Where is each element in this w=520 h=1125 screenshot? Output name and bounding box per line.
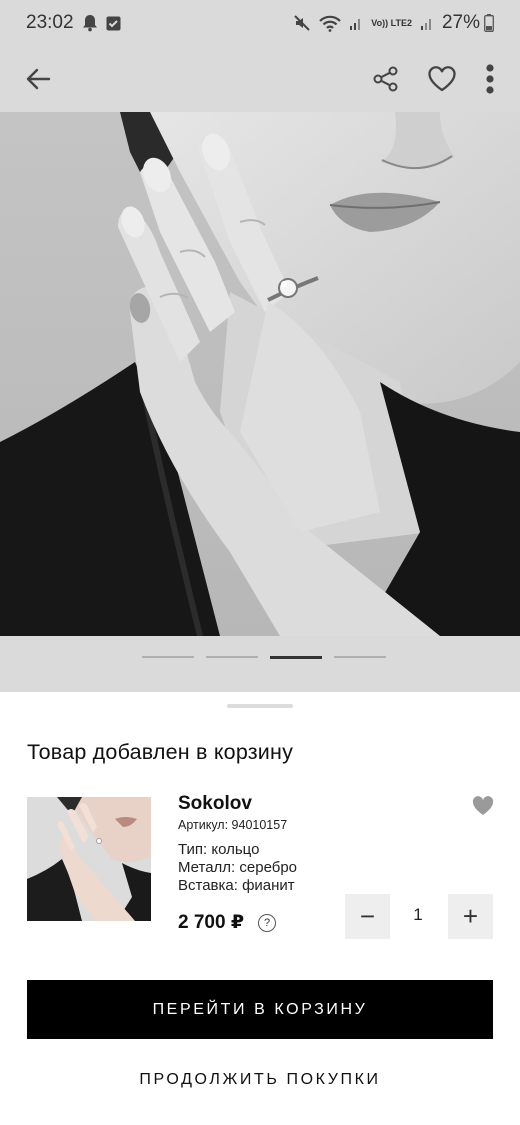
product-insert: Вставка: фианит bbox=[178, 877, 295, 894]
added-to-cart-sheet: Товар добавлен в корзину Sokolov Артикул… bbox=[0, 692, 520, 1125]
share-icon bbox=[373, 66, 398, 92]
go-to-cart-button[interactable]: ПЕРЕЙТИ В КОРЗИНУ bbox=[27, 980, 493, 1039]
notification-bell-icon bbox=[82, 14, 98, 32]
product-type: Тип: кольцо bbox=[178, 841, 260, 858]
network-label: Vo)) LTE2 bbox=[371, 17, 412, 28]
info-icon[interactable]: ? bbox=[258, 913, 277, 932]
battery-percent: 27% bbox=[441, 12, 480, 33]
status-time: 23:02 bbox=[26, 12, 74, 33]
battery: 27% bbox=[442, 12, 494, 34]
carousel-dot-3-active[interactable] bbox=[270, 656, 322, 659]
sheet-title: Товар добавлен в корзину bbox=[27, 740, 294, 764]
status-left: 23:02 bbox=[26, 12, 121, 34]
product-price: 2 700 ₽ bbox=[178, 912, 245, 933]
quantity-increase-button[interactable]: + bbox=[448, 894, 493, 939]
favorite-button[interactable] bbox=[424, 61, 460, 97]
carousel-dot-2[interactable] bbox=[206, 656, 258, 658]
quantity-value: 1 bbox=[413, 905, 423, 924]
product-favorite-button[interactable] bbox=[472, 796, 494, 821]
product-thumbnail bbox=[27, 797, 151, 921]
product-photo[interactable] bbox=[0, 112, 520, 636]
product-metal: Металл: серебро bbox=[178, 859, 298, 876]
mute-icon bbox=[293, 14, 311, 32]
app-actions bbox=[368, 61, 500, 97]
carousel-dot-4[interactable] bbox=[334, 656, 386, 658]
sheet-drag-handle[interactable] bbox=[227, 704, 293, 708]
more-vertical-icon bbox=[486, 64, 494, 94]
signal-icon-2 bbox=[420, 15, 434, 31]
carousel-indicator-area bbox=[0, 636, 520, 692]
status-bar: 23:02 Vo)) LTE2 27% bbox=[0, 0, 520, 46]
share-button[interactable] bbox=[368, 61, 404, 97]
checkbox-notification-icon bbox=[106, 16, 121, 31]
back-button[interactable] bbox=[20, 61, 56, 97]
continue-shopping-button[interactable]: ПРОДОЛЖИТЬ ПОКУПКИ bbox=[27, 1062, 493, 1098]
heart-filled-icon bbox=[472, 796, 494, 815]
carousel-dot-1[interactable] bbox=[142, 656, 194, 658]
more-button[interactable] bbox=[480, 61, 500, 97]
product-brand[interactable]: Sokolov bbox=[178, 793, 252, 815]
wifi-icon bbox=[319, 15, 342, 32]
heart-outline-icon bbox=[428, 66, 456, 92]
battery-icon bbox=[484, 14, 494, 32]
price-row: 2 700 ₽ ? bbox=[178, 911, 277, 934]
quantity-decrease-button[interactable]: − bbox=[345, 894, 390, 939]
product-sku: Артикул: 94010157 bbox=[178, 818, 288, 832]
carousel-dots bbox=[142, 656, 386, 659]
app-bar bbox=[0, 46, 520, 112]
status-right: Vo)) LTE2 27% bbox=[293, 12, 494, 34]
arrow-left-icon bbox=[26, 68, 51, 90]
signal-icon bbox=[349, 15, 363, 31]
